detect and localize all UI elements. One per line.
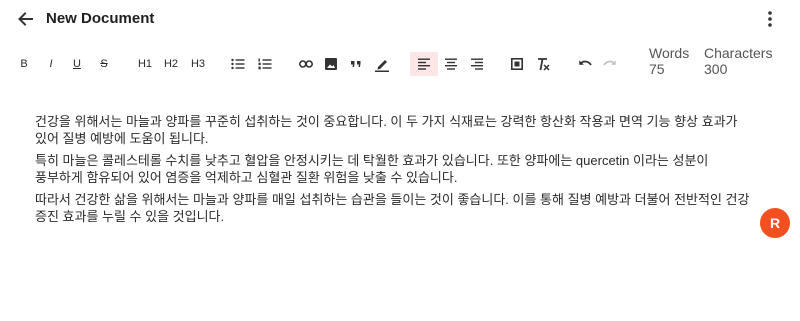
underline-button[interactable]: U xyxy=(69,53,85,75)
paragraph[interactable]: 특히 마늘은 콜레스테롤 수치를 낮추고 혈압을 안정시키는 데 탁월한 효과가… xyxy=(35,153,755,186)
redo-icon xyxy=(603,60,616,66)
blockquote-button[interactable] xyxy=(347,53,365,75)
heading3-button[interactable]: H3 xyxy=(187,53,209,75)
align-right-icon xyxy=(471,58,483,70)
bullet-list-icon xyxy=(231,58,245,70)
strikethrough-button[interactable]: S xyxy=(96,53,112,75)
document-title: New Document xyxy=(46,10,155,27)
align-center-button[interactable] xyxy=(442,53,460,75)
word-count: Words 75 xyxy=(649,45,689,77)
character-count-label: Characters xyxy=(704,45,773,61)
paragraph[interactable]: 따라서 건강한 삶을 위해서는 마늘과 양파를 매일 섭취하는 습관을 들이는 … xyxy=(35,192,755,225)
more-options-button[interactable] xyxy=(760,8,780,30)
ordered-list-icon xyxy=(258,58,272,70)
avatar[interactable]: R xyxy=(760,208,790,238)
arrow-left-icon xyxy=(18,12,33,26)
highlight-pen-icon xyxy=(375,60,389,72)
insert-table-button[interactable] xyxy=(508,53,526,75)
back-button[interactable] xyxy=(16,9,36,29)
clear-format-icon xyxy=(538,57,550,71)
bold-button[interactable]: B xyxy=(16,53,32,75)
heading2-button[interactable]: H2 xyxy=(160,53,182,75)
quote-icon xyxy=(351,61,361,67)
align-left-button[interactable] xyxy=(410,52,438,76)
image-icon xyxy=(325,58,337,70)
bullet-list-button[interactable] xyxy=(229,53,247,75)
paragraph[interactable]: 건강을 위해서는 마늘과 양파를 꾸준히 섭취하는 것이 중요합니다. 이 두 … xyxy=(35,114,755,147)
editor-content[interactable]: 건강을 위해서는 마늘과 양파를 꾸준히 섭취하는 것이 중요합니다. 이 두 … xyxy=(35,114,755,231)
insert-image-button[interactable] xyxy=(322,53,340,75)
align-right-button[interactable] xyxy=(468,53,486,75)
more-vertical-icon xyxy=(768,11,772,27)
undo-icon xyxy=(579,60,592,66)
italic-button[interactable]: I xyxy=(43,53,59,75)
heading1-button[interactable]: H1 xyxy=(134,53,156,75)
align-center-icon xyxy=(445,58,457,70)
align-left-icon xyxy=(418,58,430,70)
top-bar: New Document xyxy=(0,0,800,40)
table-icon xyxy=(511,58,523,70)
character-count-value: 300 xyxy=(704,61,728,77)
ordered-list-button[interactable] xyxy=(256,53,274,75)
link-button[interactable] xyxy=(297,53,315,75)
clear-format-button[interactable] xyxy=(534,53,552,75)
redo-button[interactable] xyxy=(601,53,619,75)
word-count-value: 75 xyxy=(649,61,665,77)
link-icon xyxy=(299,60,313,68)
character-count: Characters 300 xyxy=(704,45,772,77)
word-count-label: Words xyxy=(649,45,690,61)
highlight-button[interactable] xyxy=(372,53,392,75)
undo-button[interactable] xyxy=(576,53,594,75)
